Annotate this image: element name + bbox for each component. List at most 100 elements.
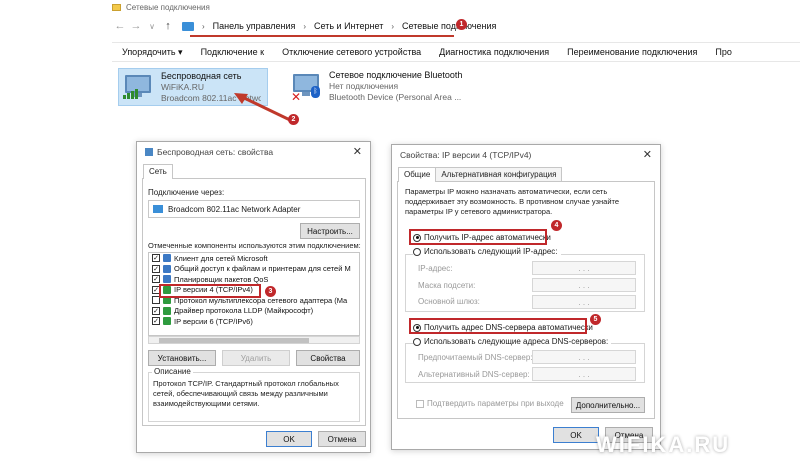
tab-network[interactable]: Сеть [143, 164, 173, 179]
checkbox[interactable]: ✓ [152, 254, 160, 263]
ok-button[interactable]: OK [553, 427, 599, 443]
subnet-mask-input[interactable]: . . . [532, 278, 636, 292]
recent-chevron-icon[interactable]: ∨ [144, 22, 160, 31]
adapter-name: Broadcom 802.11ac Network Adapter [168, 204, 301, 214]
radio-button[interactable] [413, 337, 421, 346]
checkbox[interactable]: ✓ [152, 306, 160, 315]
checkbox[interactable]: ✓ [152, 317, 160, 326]
gateway-input[interactable]: . . . [532, 295, 636, 309]
ip-dots: . . . [578, 369, 590, 379]
ip-address-label: IP-адрес: [418, 264, 453, 273]
annotation-badge-3: 3 [265, 286, 276, 297]
address-box[interactable]: › Панель управления › Сеть и Интернет › … [178, 17, 558, 35]
back-arrow-icon[interactable]: ← [112, 20, 128, 32]
subnet-mask-label: Маска подсети: [418, 281, 476, 290]
list-item[interactable]: ✓ Общий доступ к файлам и принтерам для с… [149, 264, 359, 275]
toolbar-connect-to[interactable]: Подключение к [192, 47, 274, 57]
validate-checkbox-row[interactable]: Подтвердить параметры при выходе [416, 399, 564, 408]
ip-dots: . . . [578, 280, 590, 290]
toolbar-diagnose[interactable]: Диагностика подключения [430, 47, 558, 57]
radio-label: Использовать следующий IP-адрес: [424, 247, 558, 256]
annotation-badge-2: 2 [288, 114, 299, 125]
explorer-title: Сетевые подключения [112, 0, 210, 14]
checkbox[interactable]: ✓ [152, 275, 160, 284]
bluetooth-icon: ᛒ [311, 86, 320, 98]
client-icon [163, 254, 171, 263]
connection-device: Bluetooth Device (Personal Area ... [329, 92, 462, 102]
scrollbar-thumb[interactable] [159, 338, 309, 343]
cancel-button[interactable]: Отмена [318, 431, 366, 447]
connect-via-label: Подключение через: [148, 188, 225, 197]
component-label: Клиент для сетей Microsoft [174, 253, 268, 263]
ip-address-input[interactable]: . . . [532, 261, 636, 275]
tab-strip: Общие Альтернативная конфигурация [398, 167, 563, 182]
breadcrumb-network-internet[interactable]: Сеть и Интернет [314, 21, 383, 31]
watermark-logo: WIFIKA.RU [596, 432, 730, 458]
breadcrumb-network-connections[interactable]: Сетевые подключения [402, 21, 496, 31]
toolbar-disable-device[interactable]: Отключение сетевого устройства [273, 47, 430, 57]
breadcrumb-control-panel[interactable]: Панель управления [213, 21, 296, 31]
protocol-icon [163, 306, 171, 315]
gateway-label: Основной шлюз: [418, 297, 480, 306]
validate-checkbox[interactable] [416, 399, 424, 408]
horizontal-scrollbar[interactable] [148, 336, 360, 344]
adapter-field: Broadcom 802.11ac Network Adapter [148, 200, 360, 218]
list-item[interactable]: ✓ Драйвер протокола LLDP (Майкрософт) [149, 306, 359, 317]
ok-button[interactable]: OK [266, 431, 312, 447]
dialog-title-text: Беспроводная сеть: свойства [157, 147, 274, 157]
forward-arrow-icon[interactable]: → [128, 20, 144, 32]
close-icon[interactable]: ✕ [643, 148, 652, 161]
list-item[interactable]: ✓ Клиент для сетей Microsoft [149, 253, 359, 264]
annotation-badge-1: 1 [456, 19, 467, 30]
breadcrumb-separator-icon: › [202, 21, 205, 31]
breadcrumb-separator-icon: › [303, 21, 307, 31]
toolbar-rename[interactable]: Переименование подключения [558, 47, 706, 57]
ip-dots: . . . [578, 297, 590, 307]
component-label: Общий доступ к файлам и принтерам для се… [174, 264, 351, 274]
dialog-title-text: Свойства: IP версии 4 (TCP/IPv4) [400, 150, 532, 160]
component-label: Планировщик пакетов QoS [174, 274, 269, 284]
annotation-badge-5: 5 [590, 314, 601, 325]
checkbox[interactable]: ✓ [152, 264, 160, 273]
network-icon [145, 148, 153, 156]
advanced-button[interactable]: Дополнительно... [571, 397, 645, 413]
remove-button[interactable]: Удалить [222, 350, 290, 366]
close-icon[interactable]: ✕ [353, 145, 362, 158]
ip-dots: . . . [578, 263, 590, 273]
protocol-icon [163, 317, 171, 326]
connection-network: Нет подключения [329, 81, 399, 91]
preferred-dns-label: Предпочитаемый DNS-сервер: [418, 353, 533, 362]
install-button[interactable]: Установить... [148, 350, 216, 366]
radio-manual-ip[interactable]: Использовать следующий IP-адрес: [413, 247, 561, 256]
annotation-arrow [234, 93, 291, 122]
configure-button[interactable]: Настроить... [300, 223, 360, 239]
service-icon [163, 264, 171, 273]
annotation-box-auto-dns [409, 318, 587, 334]
list-item[interactable]: ✓ IP версии 6 (TCP/IPv6) [149, 316, 359, 327]
connection-bluetooth[interactable]: ✕ ᛒ Сетевое подключение Bluetooth Нет по… [291, 68, 471, 106]
description-title: Описание [152, 367, 193, 376]
watermark-text: WIFIKA.RU [596, 432, 731, 457]
up-arrow-icon[interactable]: ↑ [160, 20, 176, 32]
ip-dots: . . . [578, 352, 590, 362]
control-panel-icon [182, 21, 194, 31]
service-icon [163, 275, 171, 284]
tab-general[interactable]: Общие [398, 167, 437, 182]
alternate-dns-input[interactable]: . . . [532, 367, 636, 381]
validate-label: Подтвердить параметры при выходе [427, 399, 564, 408]
command-toolbar: Упорядочить ▾ Подключение к Отключение с… [112, 42, 800, 62]
tab-alternate-config[interactable]: Альтернативная конфигурация [435, 167, 563, 181]
radio-manual-dns[interactable]: Использовать следующие адреса DNS-сервер… [413, 337, 612, 346]
toolbar-more[interactable]: Про [706, 47, 740, 57]
wireless-adapter-icon [123, 71, 153, 101]
tab-strip: Сеть [143, 164, 173, 179]
preferred-dns-input[interactable]: . . . [532, 350, 636, 364]
adapter-icon [153, 205, 163, 213]
annotation-box-auto-ip [409, 229, 547, 245]
radio-button[interactable] [413, 247, 421, 256]
toolbar-organize[interactable]: Упорядочить ▾ [112, 47, 192, 58]
annotation-badge-4: 4 [551, 220, 562, 231]
description-text: Протокол TCP/IP. Стандартный протокол гл… [153, 379, 339, 408]
properties-button[interactable]: Свойства [296, 350, 360, 366]
list-item[interactable]: ✓ Планировщик пакетов QoS [149, 274, 359, 285]
